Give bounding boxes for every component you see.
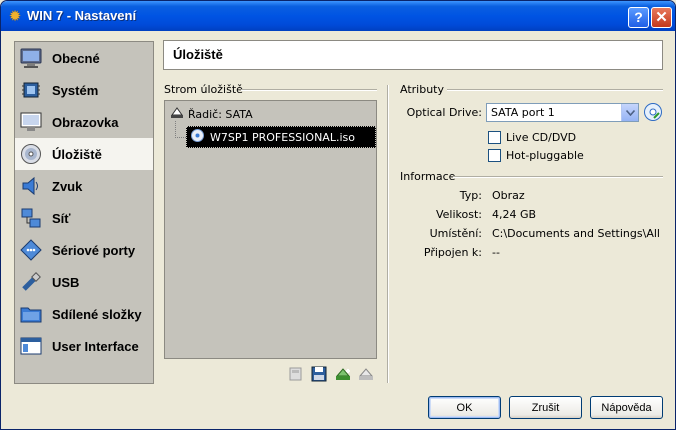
chip-system-icon [19,78,43,102]
close-title-button[interactable]: ✕ [651,7,672,28]
sidebar-item-audio[interactable]: Zvuk [15,170,153,202]
sidebar-item-network[interactable]: Síť [15,202,153,234]
tree-controller-item[interactable]: Řadič: SATA [170,106,253,123]
attributes-divider [447,89,663,91]
sidebar-item-display[interactable]: Obrazovka [15,106,153,138]
usb-icon [19,270,43,294]
information-header: Informace [400,170,456,183]
floppy-icon [311,366,327,385]
sidebar-item-label: Úložiště [52,146,102,162]
add-controller-icon [288,366,304,385]
optical-disc-browse-icon [643,103,663,125]
sidebar-item-general[interactable]: Obecné [15,42,153,74]
sidebar-item-label: Sériové porty [52,242,136,258]
speaker-icon [19,174,43,198]
add-controller-button[interactable] [287,366,305,384]
settings-window: ✹ WIN 7 - Nastavení ? ✕ Obecné Systém Ob… [0,0,676,430]
choose-disk-image-button[interactable] [643,102,663,122]
sidebar-item-usb[interactable]: USB [15,266,153,298]
user-interface-icon [19,334,43,358]
display-icon [19,110,43,134]
serial-port-icon [19,238,43,262]
hot-pluggable-label: Hot-pluggable [506,149,584,162]
add-attachment-button[interactable] [334,366,352,384]
sidebar-item-label: Zvuk [52,178,83,194]
info-location-value: C:\Documents and Settings\All Us... [492,227,664,240]
sidebar-item-label: USB [52,274,80,290]
settings-sidebar: Obecné Systém Obrazovka Úložiště Zvuk Sí… [14,41,154,384]
gear-app-icon: ✹ [8,7,22,25]
page-title: Úložiště [163,40,663,70]
information-divider [453,176,663,178]
cancel-button[interactable]: Zrušit [509,396,582,419]
info-type-label: Typ: [459,189,482,202]
help-button[interactable]: Nápověda [590,396,663,419]
sidebar-item-storage[interactable]: Úložiště [15,138,153,170]
optical-drive-label: Optical Drive: [406,106,482,119]
sidebar-item-shared-folders[interactable]: Sdílené složky [15,298,153,330]
info-attached-value: -- [492,246,500,259]
hot-pluggable-checkbox[interactable]: Hot-pluggable [488,149,584,162]
add-disk-button[interactable] [310,366,328,384]
sidebar-item-label: User Interface [52,338,139,354]
live-cd-checkbox[interactable]: Live CD/DVD [488,131,576,144]
ok-button[interactable]: OK [428,396,501,419]
controller-label: Řadič: SATA [188,108,253,121]
controller-icon [170,106,184,123]
disk-storage-icon [19,142,43,166]
sidebar-item-label: Systém [52,82,99,98]
title-bar[interactable]: ✹ WIN 7 - Nastavení ? ✕ [1,1,675,31]
hot-pluggable-checkbox-box[interactable] [488,149,501,162]
chevron-down-icon[interactable] [621,104,638,121]
info-type-value: Obraz [492,189,525,202]
sidebar-item-label: Síť [52,210,71,226]
add-attachment-icon [335,366,351,385]
shared-folder-icon [19,302,43,326]
storage-tree-divider [241,89,377,91]
monitor-general-icon [19,46,43,70]
storage-tree-header: Strom úložiště [164,83,243,96]
network-icon [19,206,43,230]
sidebar-item-system[interactable]: Systém [15,74,153,106]
optical-drive-value: SATA port 1 [491,106,555,119]
window-title: WIN 7 - Nastavení [27,8,137,23]
storage-tree[interactable]: Řadič: SATA W7SP1 PROFESSIONAL.iso [164,100,377,359]
tree-attachment-item[interactable]: W7SP1 PROFESSIONAL.iso [186,126,376,148]
sidebar-item-label: Obecné [52,50,100,66]
info-attached-label: Připojen k: [423,246,482,259]
info-size-value: 4,24 GB [492,208,537,221]
attachment-label: W7SP1 PROFESSIONAL.iso [210,130,355,144]
remove-attachment-button[interactable] [357,366,375,384]
sidebar-item-serial-ports[interactable]: Sériové porty [15,234,153,266]
panel-divider [387,85,389,383]
sidebar-item-user-interface[interactable]: User Interface [15,330,153,362]
info-location-label: Umístění: [429,227,482,240]
sidebar-item-label: Sdílené složky [52,306,142,322]
live-cd-checkbox-box[interactable] [488,131,501,144]
remove-attachment-icon [358,366,374,385]
tree-connector [175,121,186,138]
optical-drive-select[interactable]: SATA port 1 [486,103,639,122]
help-title-button[interactable]: ? [628,7,649,28]
info-size-label: Velikost: [435,208,482,221]
sidebar-item-label: Obrazovka [52,114,119,130]
optical-disc-icon [191,129,204,145]
attributes-header: Atributy [400,83,444,96]
live-cd-label: Live CD/DVD [506,131,577,144]
